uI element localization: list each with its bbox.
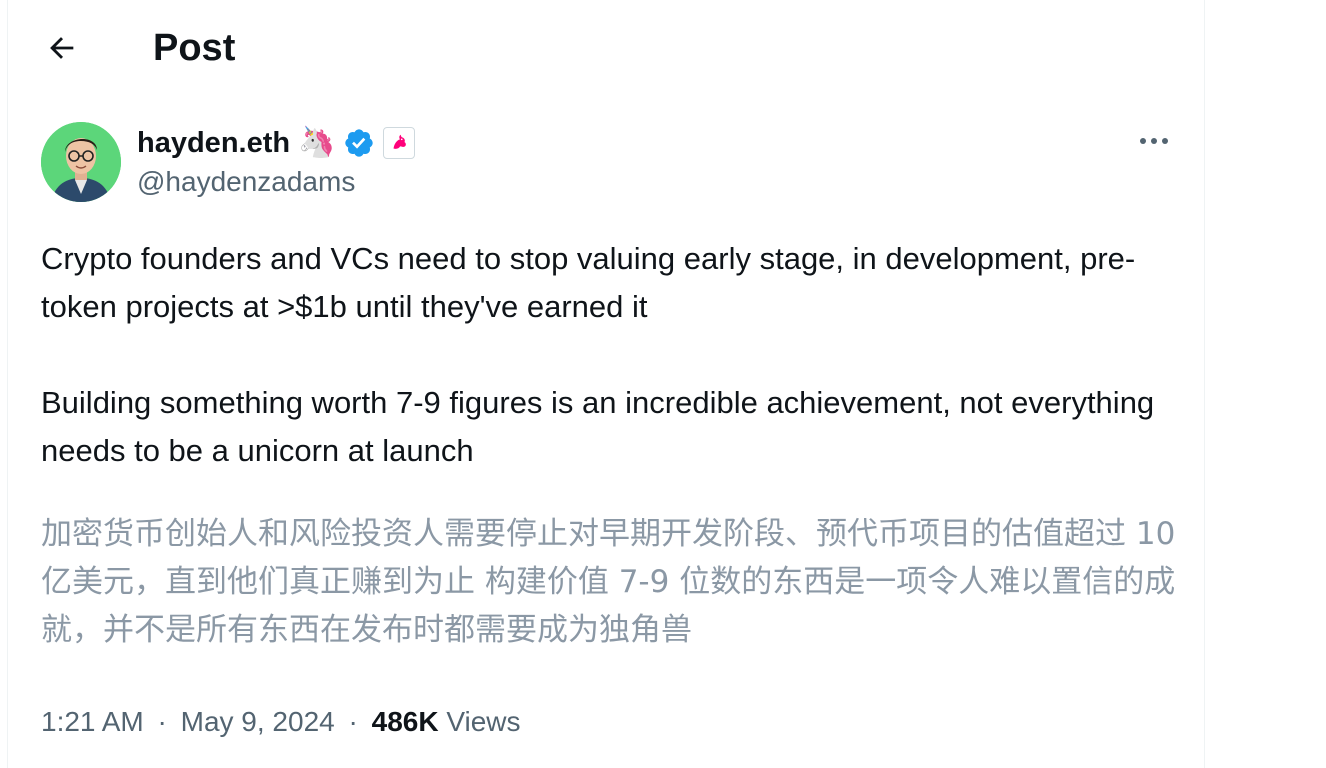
views-count: 486K <box>371 706 439 737</box>
back-button[interactable] <box>36 22 88 74</box>
page-title: Post <box>153 27 236 69</box>
arrow-left-icon <box>50 37 74 59</box>
tweet-translation: 加密货币创始人和风险投资人需要停止对早期开发阶段、预代币项目的估值超过 10 亿… <box>41 516 1176 648</box>
more-options-button[interactable] <box>1126 118 1182 164</box>
tweet-paragraph-2: Building something worth 7-9 figures is … <box>41 385 1155 468</box>
uniswap-unicorn-icon[interactable] <box>383 127 416 159</box>
verified-badge-icon[interactable] <box>343 127 375 159</box>
header: Post <box>8 0 1204 96</box>
meta-separator: · <box>157 706 167 737</box>
author-name-row: hayden.eth 🦄 <box>137 124 416 162</box>
meta-separator: · <box>348 706 358 737</box>
more-horizontal-icon <box>1140 138 1168 144</box>
uniswap-logo <box>393 134 407 149</box>
author-display-name[interactable]: hayden.eth <box>137 124 290 162</box>
author-handle[interactable]: @haydenzadams <box>137 164 355 200</box>
right-sidebar <box>1205 0 1326 768</box>
tweet-date[interactable]: May 9, 2024 <box>181 706 335 737</box>
tweet-time[interactable]: 1:21 AM <box>41 706 144 737</box>
tweet-text: Crypto founders and VCs need to stop val… <box>41 235 1181 475</box>
avatar[interactable] <box>41 122 121 202</box>
unicorn-emoji: 🦄 <box>298 126 336 159</box>
page: Post hayden.eth 🦄 @haydenzadams Crypto f… <box>0 0 1326 768</box>
main-column: Post hayden.eth 🦄 @haydenzadams Crypto f… <box>7 0 1205 768</box>
avatar-portrait <box>41 122 121 202</box>
tweet-paragraph-1: Crypto founders and VCs need to stop val… <box>41 241 1136 324</box>
views-label: Views <box>446 706 521 737</box>
tweet-meta: 1:21 AM · May 9, 2024 · 486K Views <box>41 700 521 744</box>
